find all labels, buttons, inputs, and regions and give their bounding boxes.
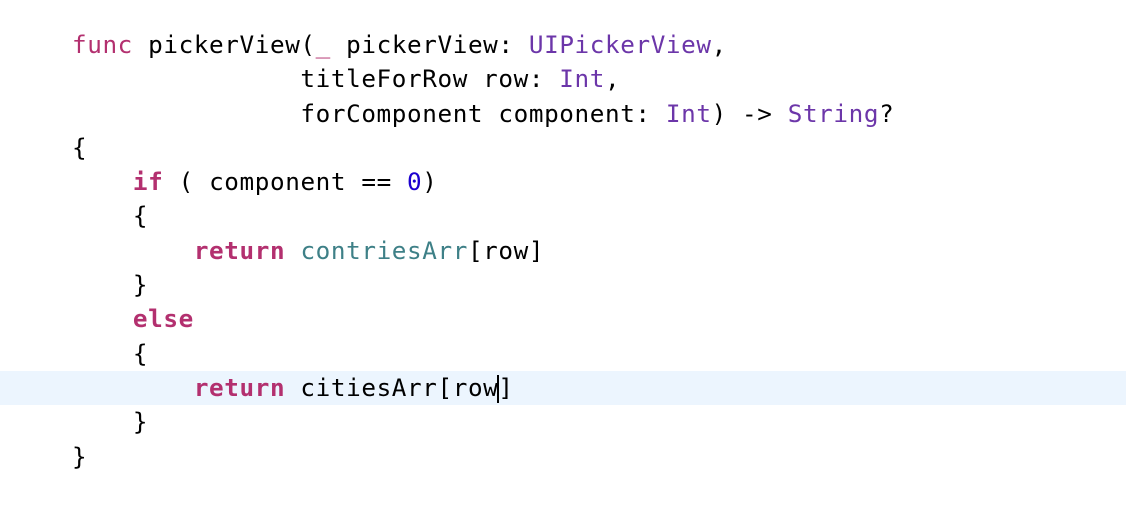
code-token: } — [72, 270, 149, 300]
code-token: pickerView: — [330, 30, 529, 59]
code-line[interactable]: } — [0, 405, 1126, 439]
keyword-token: return — [193, 235, 286, 265]
type-token: String — [787, 98, 880, 128]
code-line[interactable]: else — [0, 302, 1126, 336]
code-line[interactable]: { — [0, 199, 1126, 233]
code-token: ] — [498, 372, 514, 402]
code-token: ( component == — [163, 167, 408, 197]
code-token: { — [72, 338, 149, 368]
code-token: titleForRow row: — [72, 64, 560, 94]
code-line[interactable]: if ( component == 0) — [0, 165, 1126, 199]
keyword-token: return — [193, 372, 286, 402]
code-line[interactable]: { — [0, 131, 1126, 165]
code-token: forComponent component: — [72, 98, 666, 128]
code-token: ? — [879, 98, 895, 128]
code-token: { — [72, 132, 88, 162]
code-line-current[interactable]: return citiesArr[row] — [0, 370, 1126, 406]
variable-token: contriesArr — [300, 235, 468, 265]
type-token: Int — [559, 64, 605, 94]
code-token: } — [72, 407, 149, 437]
keyword-token: else — [132, 304, 194, 334]
code-line[interactable]: return contriesArr[row] — [0, 234, 1126, 268]
code-token: ) -> — [711, 98, 788, 128]
keyword-token: func — [72, 30, 133, 59]
code-token: ) — [422, 167, 438, 197]
code-line[interactable]: forComponent component: Int) -> String? — [0, 97, 1126, 131]
code-token: } — [72, 441, 88, 471]
code-line[interactable]: func pickerView(_ pickerView: UIPickerVi… — [0, 28, 1126, 62]
code-token: citiesArr[row — [285, 372, 499, 402]
code-line[interactable]: { — [0, 337, 1126, 371]
code-token: , — [711, 30, 727, 59]
code-editor[interactable]: func pickerView(_ pickerView: UIPickerVi… — [0, 28, 1126, 474]
code-token: pickerView( — [132, 30, 316, 59]
number-token: 0 — [407, 167, 423, 197]
code-line[interactable]: } — [0, 268, 1126, 302]
keyword-token: _ — [315, 30, 331, 59]
type-token: Int — [665, 98, 712, 128]
code-token: [row] — [467, 235, 545, 265]
code-line[interactable]: titleForRow row: Int, — [0, 62, 1126, 96]
code-line[interactable]: } — [0, 440, 1126, 474]
type-token: UIPickerView — [528, 30, 712, 59]
keyword-token: if — [132, 167, 164, 197]
code-token: { — [72, 201, 149, 231]
code-token: , — [604, 64, 621, 94]
